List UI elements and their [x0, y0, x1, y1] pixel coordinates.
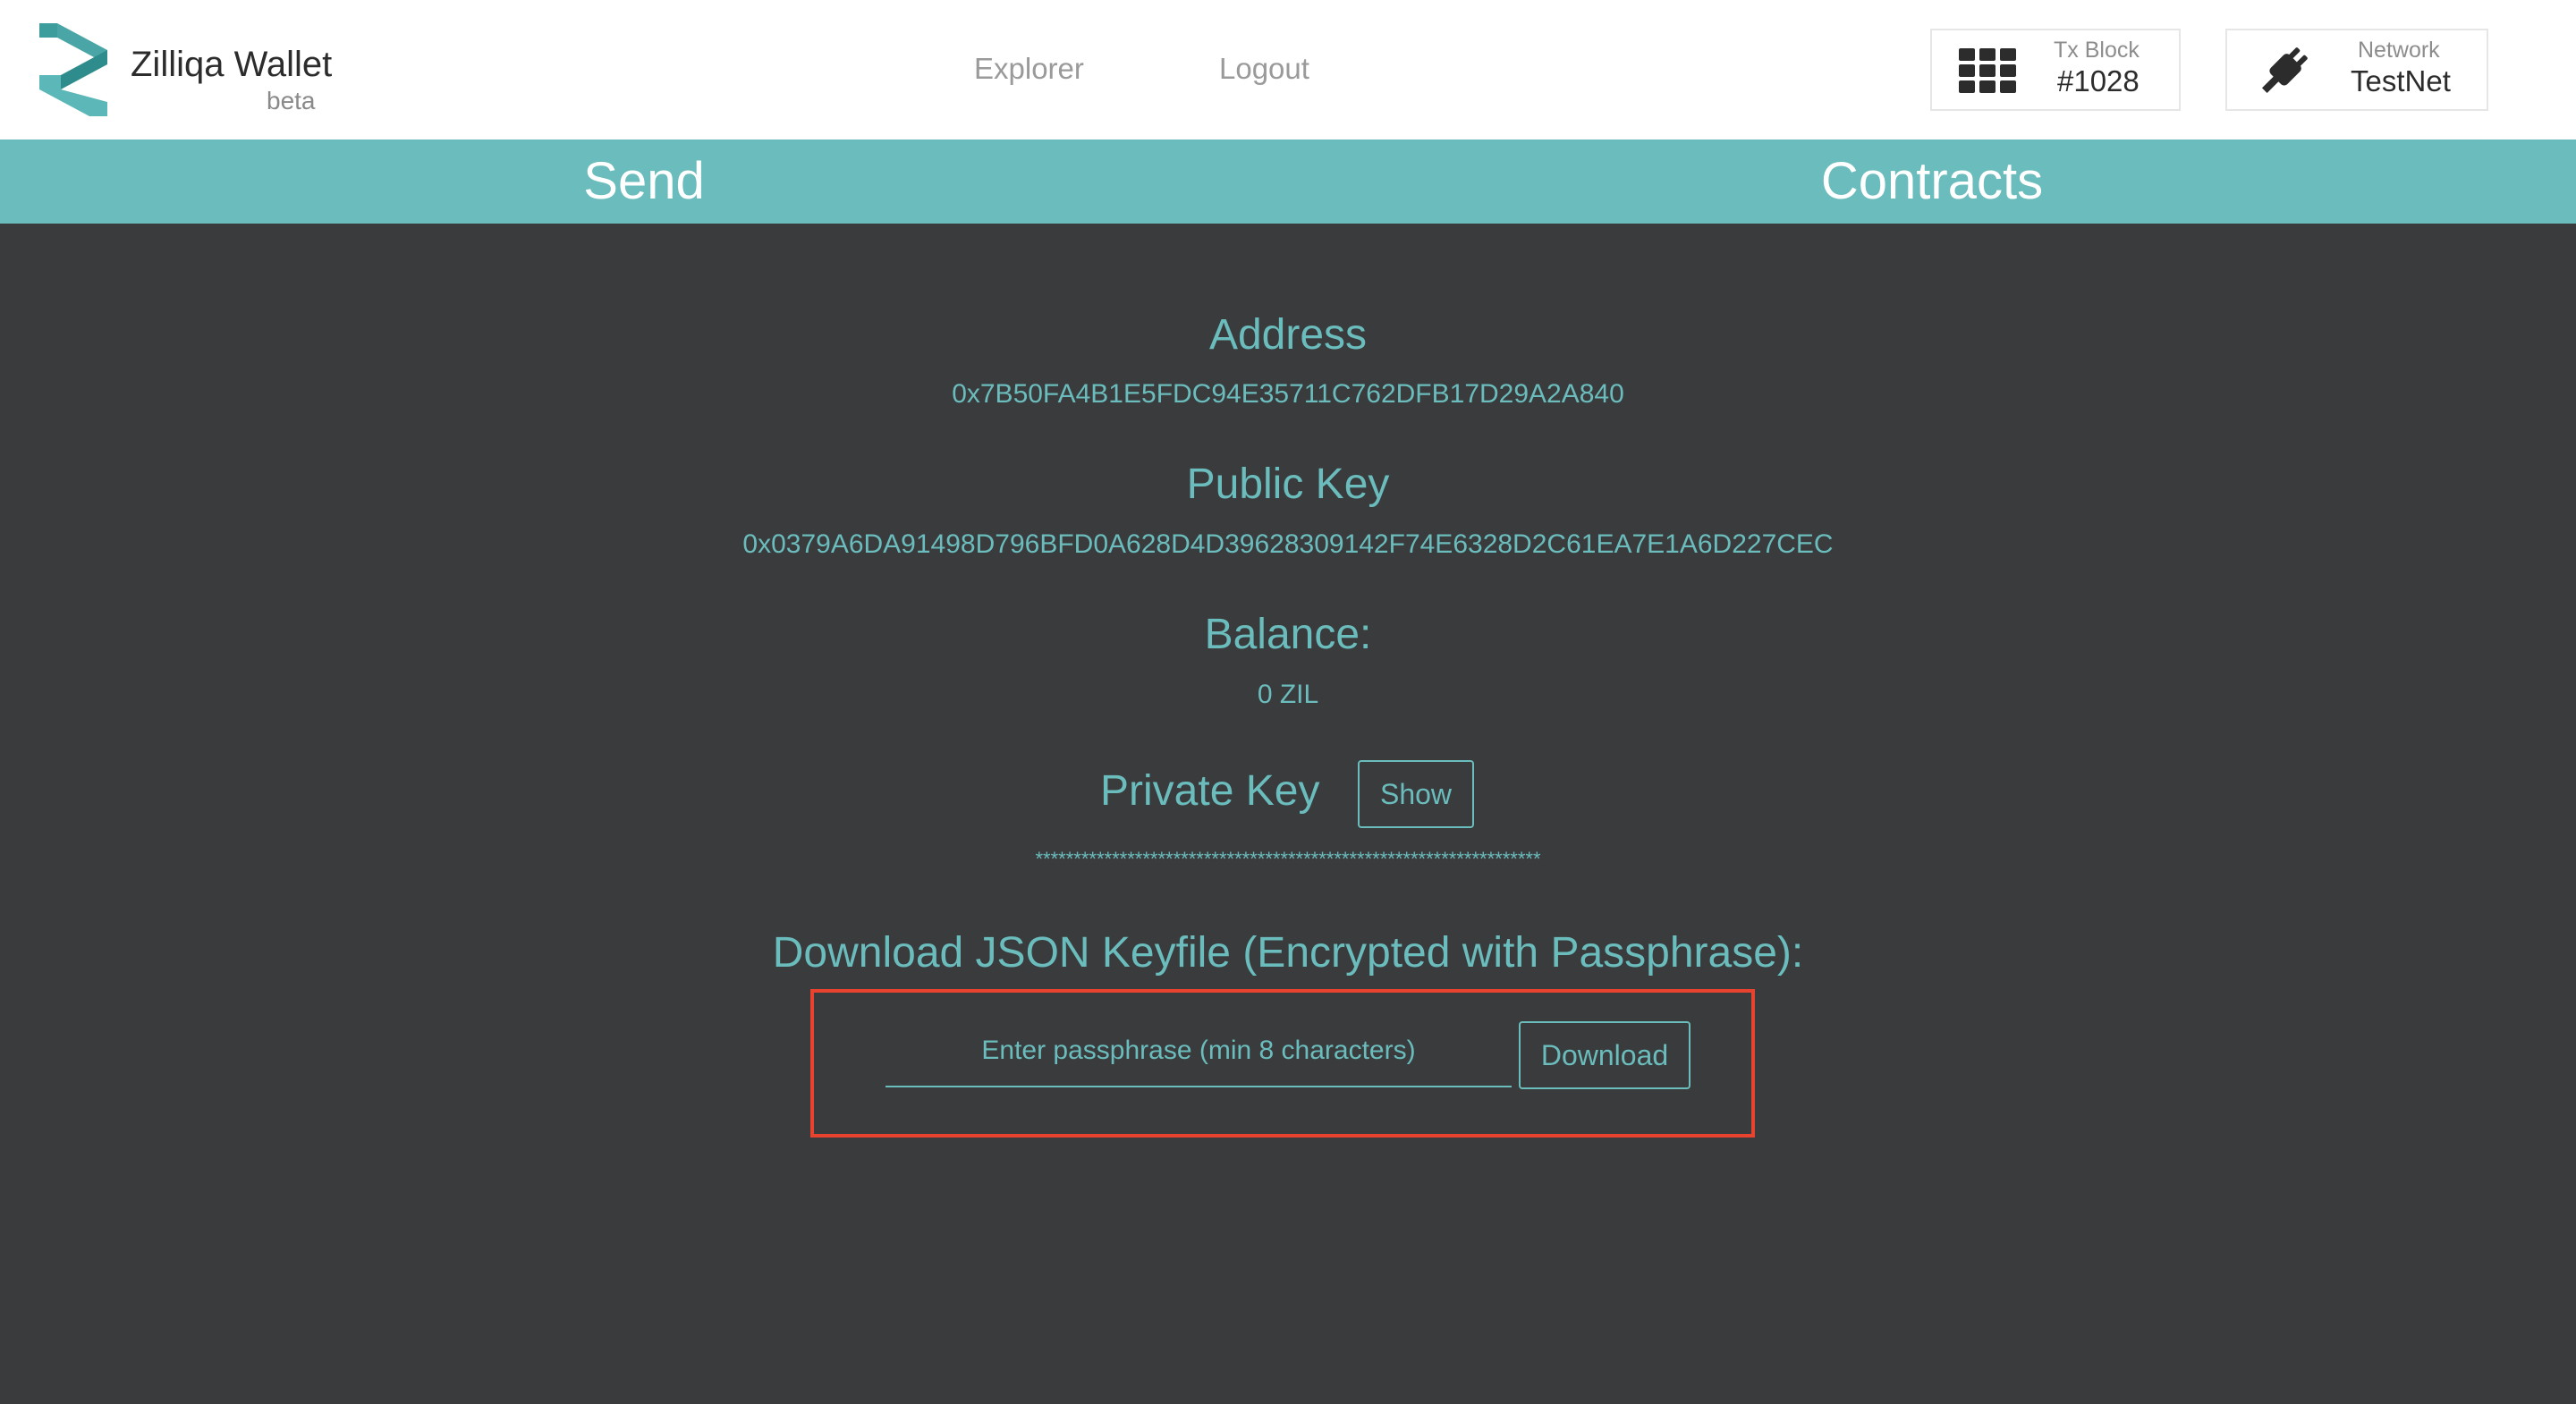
tx-block-caption: Tx Block: [2054, 38, 2140, 63]
download-button[interactable]: Download: [1519, 1021, 1690, 1089]
address-value: 0x7B50FA4B1E5FDC94E35711C762DFB17D29A2A8…: [952, 379, 1624, 409]
tab-send[interactable]: Send: [0, 140, 1288, 224]
plug-icon: [2261, 47, 2308, 94]
tx-block-value: #1028: [2057, 64, 2140, 97]
private-key-label: Private Key: [1100, 767, 1320, 815]
tx-block-status: Tx Block #1028: [1930, 29, 2181, 111]
private-key-masked: ****************************************…: [1035, 848, 1541, 870]
address-label: Address: [1208, 311, 1368, 359]
app-subtitle: beta: [267, 87, 316, 114]
tab-contracts[interactable]: Contracts: [1288, 140, 2576, 224]
public-key-label: Public Key: [1186, 461, 1390, 508]
public-key-value: 0x0379A6DA91498D796BFD0A628D4D3962830914…: [742, 529, 1834, 559]
app-title: Zilliqa Wallet: [131, 45, 333, 84]
network-caption: Network: [2358, 38, 2440, 63]
explorer-link[interactable]: Explorer: [974, 52, 1084, 86]
show-private-key-button[interactable]: Show: [1358, 760, 1474, 828]
keyfile-heading: Download JSON Keyfile (Encrypted with Pa…: [772, 929, 1804, 977]
grid-icon: [1959, 48, 2016, 93]
zilliqa-logo-icon[interactable]: [39, 23, 107, 116]
balance-label: Balance:: [1204, 611, 1372, 658]
top-header: Zilliqa Wallet beta Explorer Logout Tx B…: [0, 0, 2576, 140]
passphrase-input[interactable]: [886, 1016, 1512, 1087]
balance-value: 0 ZIL: [1257, 680, 1319, 709]
network-status[interactable]: Network TestNet: [2225, 29, 2488, 111]
tab-bar: Send Contracts: [0, 140, 2576, 224]
logout-link[interactable]: Logout: [1219, 52, 1309, 86]
network-value: TestNet: [2351, 64, 2451, 97]
